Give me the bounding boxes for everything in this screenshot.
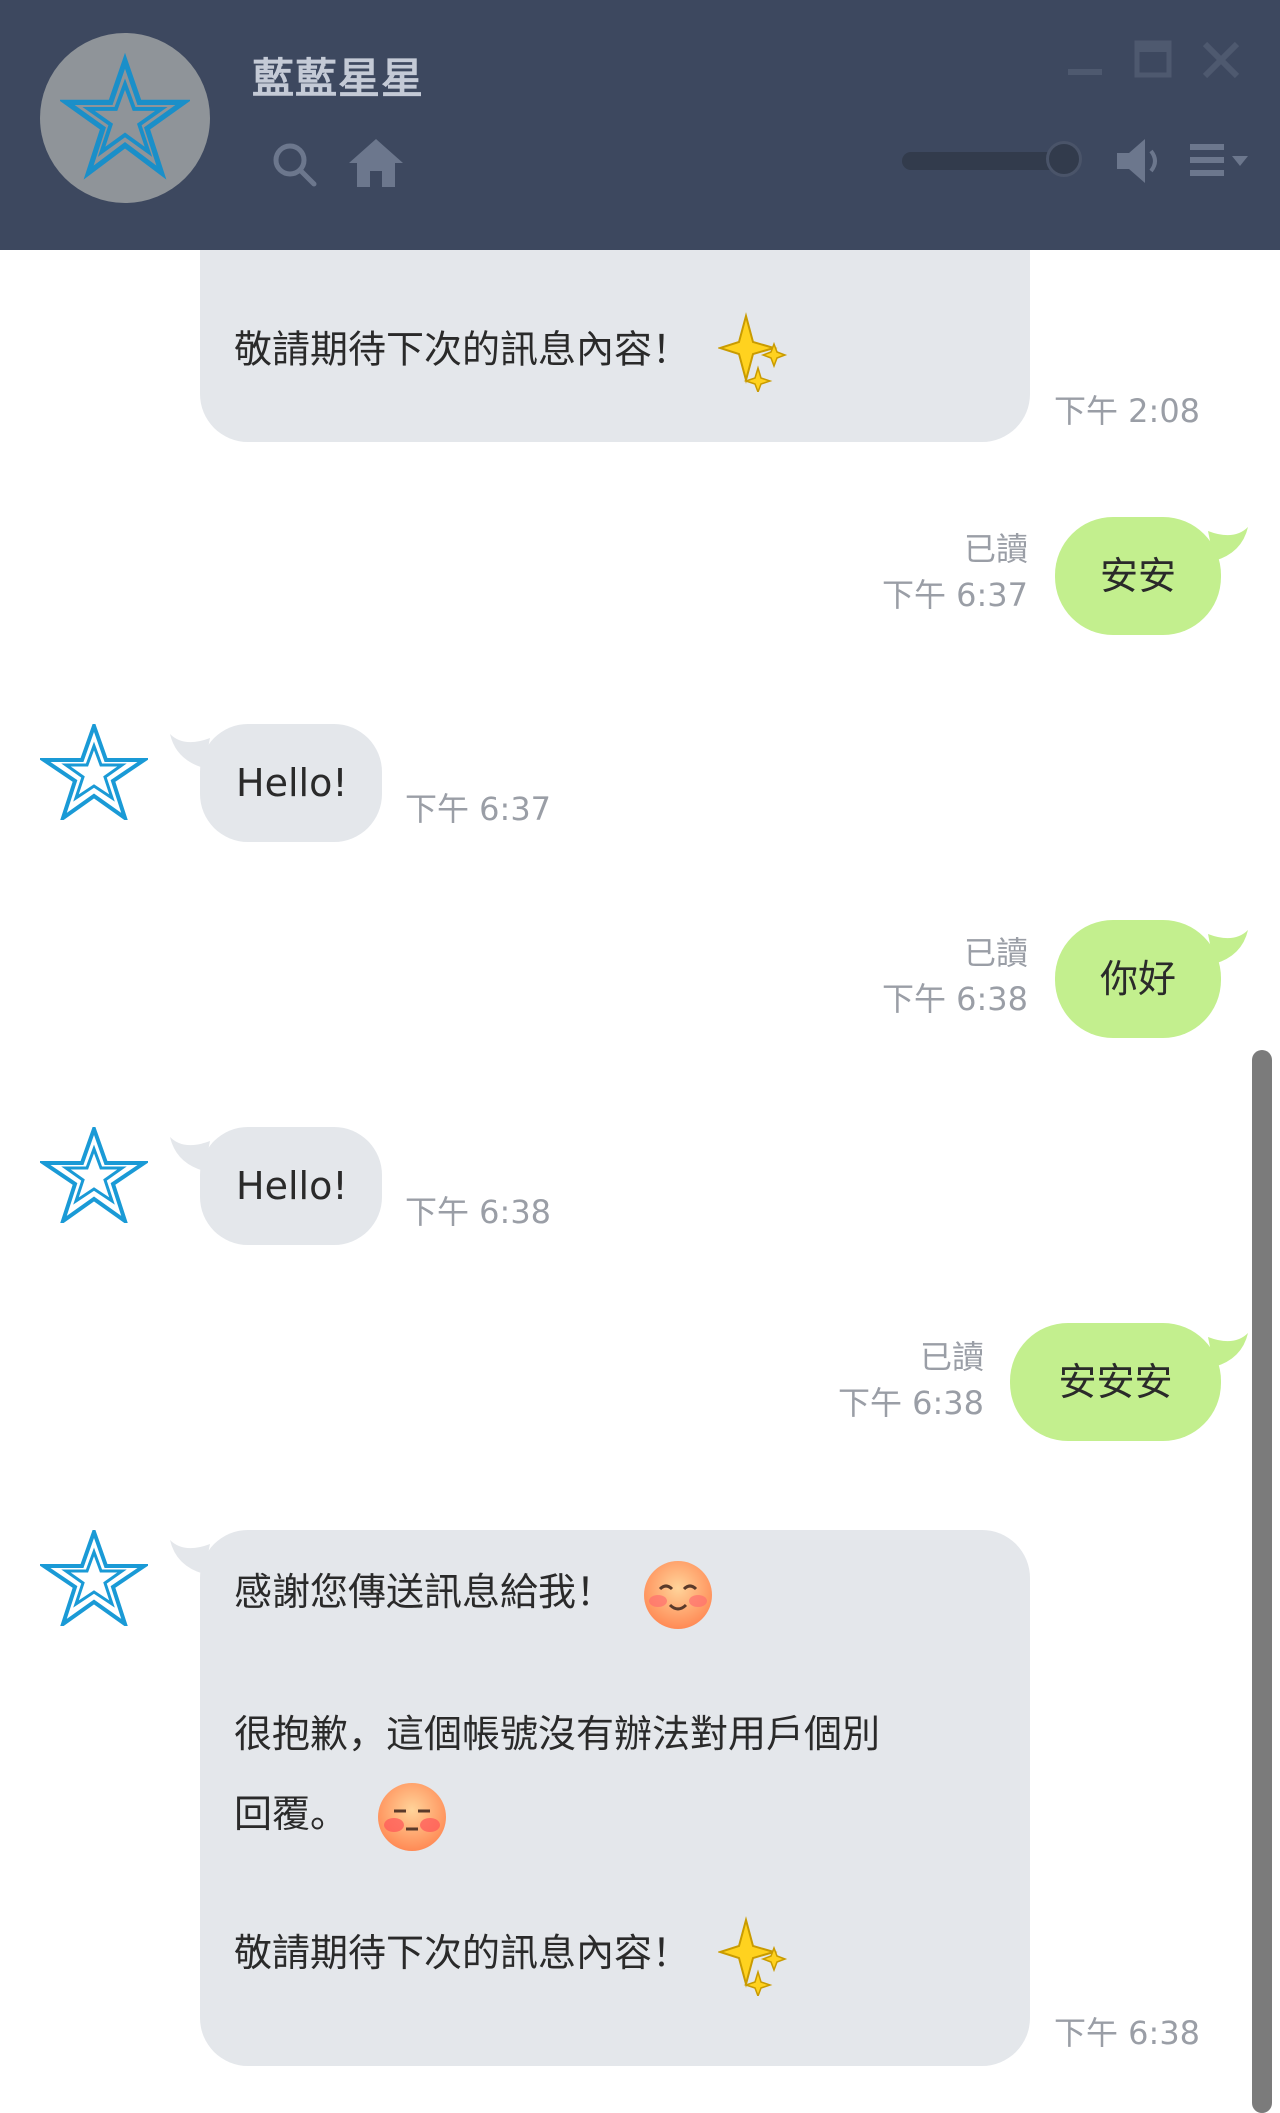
speaker-icon[interactable] — [1115, 137, 1165, 185]
message-text: 感謝您傳送訊息給我！ — [234, 1570, 615, 1614]
message-text: 你好 — [1099, 957, 1176, 1001]
message-text: Hello! — [236, 1164, 348, 1208]
message-time: 下午 6:38 — [837, 1384, 984, 1422]
message-text: 敬請期待下次的訊息內容！ — [234, 327, 691, 372]
chat-avatar[interactable] — [40, 33, 210, 203]
chat-title: 藍藍星星 — [252, 54, 425, 103]
bubble-tail — [1208, 1333, 1248, 1367]
sparkle-emoji-icon — [718, 312, 788, 392]
home-icon[interactable] — [347, 137, 405, 189]
chat-scrollbar-thumb[interactable] — [1252, 1050, 1272, 2113]
message-time: 下午 6:38 — [881, 980, 1028, 1018]
maximize-icon[interactable] — [1134, 40, 1172, 78]
message-time: 下午 6:37 — [881, 576, 1028, 614]
message-time: 下午 2:08 — [1054, 392, 1201, 430]
volume-slider-handle[interactable] — [1046, 141, 1082, 177]
minimize-icon[interactable] — [1066, 47, 1104, 77]
message-time: 下午 6:38 — [405, 1193, 552, 1231]
read-status: 已讀 — [919, 1338, 984, 1376]
search-icon[interactable] — [270, 140, 318, 188]
message-text: Hello! — [236, 761, 348, 805]
read-status: 已讀 — [963, 934, 1028, 972]
message-text: 敬請期待下次的訊息內容！ — [234, 1931, 691, 1975]
star-avatar-icon[interactable] — [40, 724, 148, 820]
message-bubble-outgoing[interactable]: 安安安 — [1010, 1323, 1221, 1441]
message-text: 安安安 — [1058, 1360, 1173, 1404]
bubble-tail — [1208, 930, 1248, 964]
message-bubble-incoming[interactable]: Hello! — [200, 1127, 382, 1245]
star-avatar-icon — [60, 53, 190, 180]
sparkle-emoji-icon — [718, 1915, 788, 1996]
message-text: 很抱歉，這個帳號沒有辦法對用戶個別 — [234, 1712, 881, 1756]
star-avatar-icon[interactable] — [40, 1530, 148, 1626]
message-bubble-incoming[interactable]: 感謝您傳送訊息給我！ 很抱歉，這個帳號沒有辦法對用戶個別 回覆。 敬請期待下次的… — [200, 1530, 1030, 2066]
menu-icon[interactable] — [1188, 140, 1254, 180]
message-text: 安安 — [1099, 554, 1176, 598]
message-bubble-incoming[interactable]: Hello! — [200, 724, 382, 842]
close-icon[interactable] — [1201, 40, 1241, 80]
message-time: 下午 6:38 — [1054, 2014, 1201, 2052]
read-status: 已讀 — [963, 530, 1028, 568]
star-avatar-icon[interactable] — [40, 1127, 148, 1223]
message-bubble-outgoing[interactable]: 安安 — [1055, 517, 1221, 635]
message-bubble-outgoing[interactable]: 你好 — [1055, 920, 1221, 1038]
bubble-tail — [1208, 527, 1248, 561]
message-time: 下午 6:37 — [405, 790, 552, 828]
sleepy-face-emoji-icon — [378, 1782, 447, 1851]
blushing-face-emoji-icon — [644, 1560, 713, 1629]
chat-header: 藍藍星星 — [0, 0, 1280, 250]
message-text: 回覆。 — [234, 1792, 349, 1836]
chat-message-list[interactable]: 敬請期待下次的訊息內容！ 下午 2:08 已讀 下午 6:37 安安 Hello… — [0, 190, 1280, 2113]
